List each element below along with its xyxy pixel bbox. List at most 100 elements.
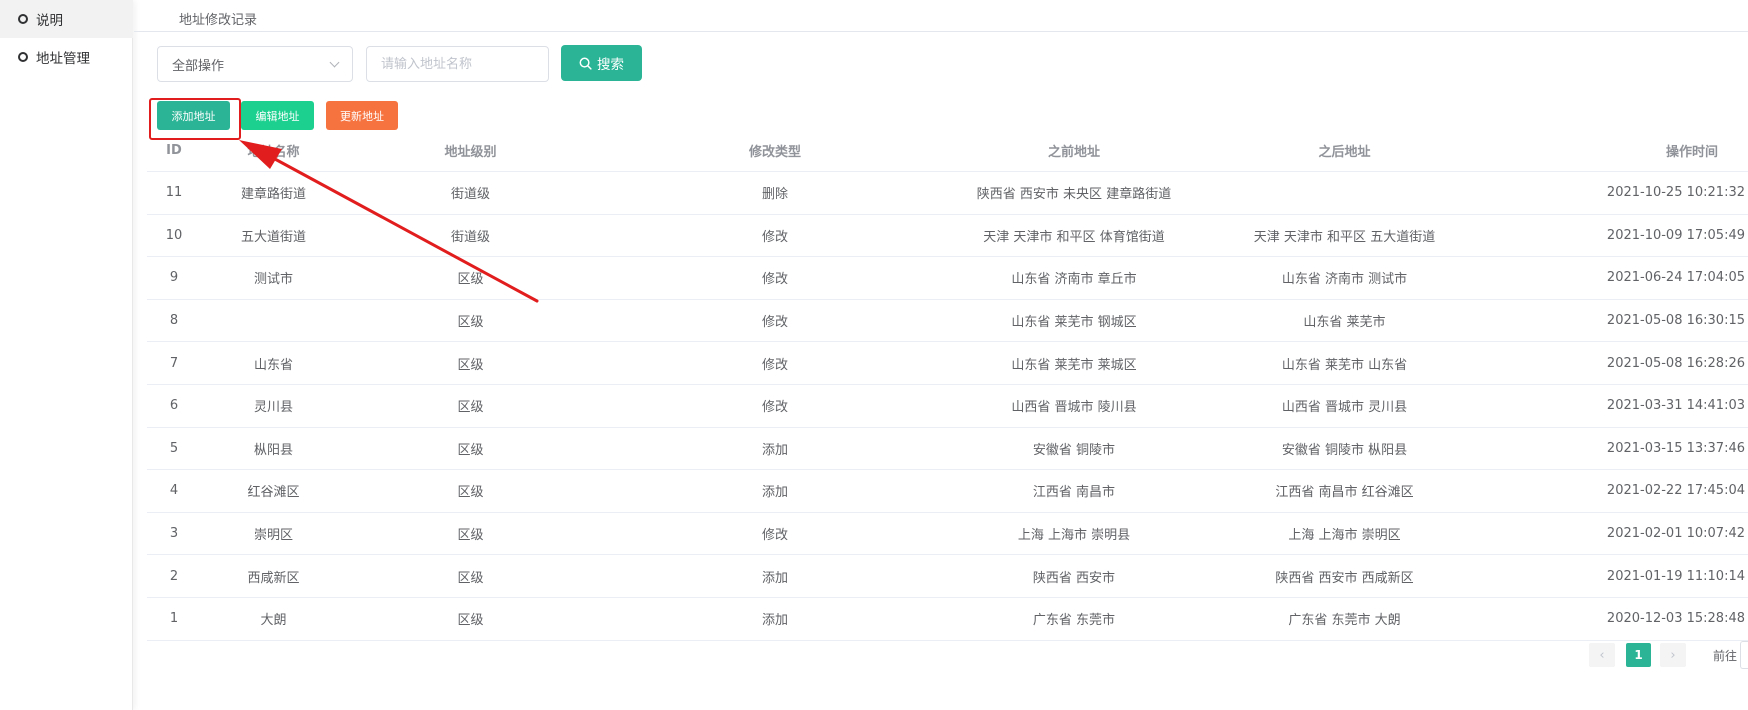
search-button[interactable]: 搜索 [561,45,642,81]
cell-after: 山东省 莱芜市 山东省 [1281,357,1408,373]
cell-type: 修改 [761,315,788,331]
pagination-goto-input[interactable] [1740,641,1748,669]
cell-after: 江西省 南昌市 红谷滩区 [1275,485,1414,501]
cell-type: 修改 [761,400,788,416]
table-row[interactable]: 2 西咸新区 区级 添加 陕西省 西安市 陕西省 西安市 西咸新区 2021-0… [147,555,1748,598]
cell-type: 修改 [761,272,788,288]
edit-address-button[interactable]: 编辑地址 [241,101,314,130]
cell-level: 区级 [457,315,484,331]
cell-before: 安徽省 铜陵市 [1032,442,1116,458]
cell-time: 2021-03-31 14:41:03 [1606,398,1745,414]
cell-type: 添加 [761,442,788,458]
table-row[interactable]: 5 枞阳县 区级 添加 安徽省 铜陵市 安徽省 铜陵市 枞阳县 2021-03-… [147,428,1748,471]
cell-before: 江西省 南昌市 [1032,485,1116,501]
operation-select[interactable]: 全部操作 [157,46,353,82]
cell-after: 上海 上海市 崇明区 [1288,528,1401,544]
table-row[interactable]: 1 大朗 区级 添加 广东省 东莞市 广东省 东莞市 大朗 2020-12-03… [147,598,1748,641]
search-icon [579,57,592,70]
cell-level: 区级 [457,570,484,586]
cell-before: 山东省 济南市 章丘市 [1011,272,1137,288]
cell-type: 修改 [761,357,788,373]
cell-level: 区级 [457,400,484,416]
cell-after: 山东省 济南市 测试市 [1281,272,1408,288]
address-change-table: ID 地址名称 地址级别 修改类型 之前地址 之后地址 操作时间 11 建章路街… [147,130,1748,641]
cell-after: 广东省 东莞市 大朗 [1288,613,1401,629]
cell-before: 陕西省 西安市 [1032,570,1116,586]
sidebar-item-instructions[interactable]: 说明 [0,0,133,38]
sidebar-item-address-management[interactable]: 地址管理 [0,38,133,76]
cell-time: 2021-10-09 17:05:49 [1606,227,1745,243]
table-row[interactable]: 11 建章路街道 街道级 删除 陕西省 西安市 未央区 建章路街道 2021-1… [147,172,1748,215]
edit-address-label: 编辑地址 [255,109,300,123]
search-button-label: 搜索 [597,57,624,73]
address-name-input[interactable] [366,46,549,82]
table-row[interactable]: 9 测试市 区级 修改 山东省 济南市 章丘市 山东省 济南市 测试市 2021… [147,257,1748,300]
cell-after [1193,172,1496,214]
circle-icon [18,52,28,62]
cell-name: 西咸新区 [247,570,300,586]
cell-id: 10 [165,227,183,243]
chevron-left-icon: ‹ [1599,647,1605,663]
cell-name: 灵川县 [253,400,293,416]
update-address-label: 更新地址 [340,109,384,123]
cell-level: 区级 [457,272,484,288]
cell-level: 区级 [457,613,484,629]
cell-id: 11 [165,185,183,201]
cell-type: 添加 [761,485,788,501]
cell-level: 区级 [457,485,484,501]
cell-type: 删除 [761,187,788,203]
pagination-prev-button[interactable]: ‹ [1589,643,1615,667]
cell-name: 测试市 [253,272,293,288]
cell-name: 崇明区 [253,528,293,544]
cell-id: 6 [169,398,179,414]
table-row[interactable]: 10 五大道街道 街道级 修改 天津 天津市 和平区 体育馆街道 天津 天津市 … [147,215,1748,258]
cell-id: 5 [169,440,179,456]
column-header-time: 操作时间 [1665,145,1718,160]
cell-id: 9 [169,270,179,286]
cell-name [201,300,346,342]
chevron-down-icon [329,57,340,67]
tab-address-change-log[interactable]: 地址修改记录 [179,9,257,28]
cell-time: 2021-05-08 16:28:26 [1606,355,1745,371]
cell-time: 2021-10-25 10:21:32 [1606,185,1745,201]
cell-id: 4 [169,483,179,499]
table-row[interactable]: 8 区级 修改 山东省 莱芜市 钢城区 山东省 莱芜市 2021-05-08 1… [147,300,1748,343]
table-header-row: ID 地址名称 地址级别 修改类型 之前地址 之后地址 操作时间 [147,130,1748,172]
cell-level: 街道级 [450,229,490,245]
cell-time: 2021-05-08 16:30:15 [1606,313,1745,329]
update-address-button[interactable]: 更新地址 [326,101,398,130]
table-row[interactable]: 7 山东省 区级 修改 山东省 莱芜市 莱城区 山东省 莱芜市 山东省 2021… [147,342,1748,385]
add-address-button[interactable]: 添加地址 [157,101,230,130]
pagination-next-button[interactable]: › [1660,643,1686,667]
cell-name: 山东省 [253,357,293,373]
pagination-goto-label: 前往 [1713,649,1738,663]
cell-before: 陕西省 西安市 未央区 建章路街道 [976,187,1172,203]
cell-name: 大朗 [260,613,287,629]
cell-type: 修改 [761,229,788,245]
cell-before: 山东省 莱芜市 莱城区 [1011,357,1137,373]
cell-level: 街道级 [450,187,490,203]
cell-id: 7 [169,355,179,371]
cell-time: 2020-12-03 15:28:48 [1606,611,1745,627]
table-row[interactable]: 4 红谷滩区 区级 添加 江西省 南昌市 江西省 南昌市 红谷滩区 2021-0… [147,470,1748,513]
cell-before: 山西省 晋城市 陵川县 [1011,400,1137,416]
cell-after: 陕西省 西安市 西咸新区 [1275,570,1414,586]
column-header-name: 地址名称 [247,145,300,160]
cell-level: 区级 [457,357,484,373]
circle-icon [18,14,28,24]
cell-before: 上海 上海市 崇明县 [1017,528,1131,544]
cell-before: 山东省 莱芜市 钢城区 [1011,315,1137,331]
table-row[interactable]: 3 崇明区 区级 修改 上海 上海市 崇明县 上海 上海市 崇明区 2021-0… [147,513,1748,556]
pagination-page-1[interactable]: 1 [1626,643,1651,667]
cell-after: 天津 天津市 和平区 五大道街道 [1253,229,1436,245]
cell-name: 红谷滩区 [247,485,300,501]
tab-bar: 地址修改记录 [134,0,1748,32]
cell-time: 2021-02-22 17:45:04 [1606,483,1745,499]
cell-before: 广东省 东莞市 [1032,613,1116,629]
column-header-type: 修改类型 [748,145,801,160]
sidebar-item-label: 说明 [36,13,63,29]
cell-name: 建章路街道 [240,187,306,203]
cell-id: 8 [169,313,179,329]
column-header-before: 之前地址 [1047,145,1100,160]
table-row[interactable]: 6 灵川县 区级 修改 山西省 晋城市 陵川县 山西省 晋城市 灵川县 2021… [147,385,1748,428]
